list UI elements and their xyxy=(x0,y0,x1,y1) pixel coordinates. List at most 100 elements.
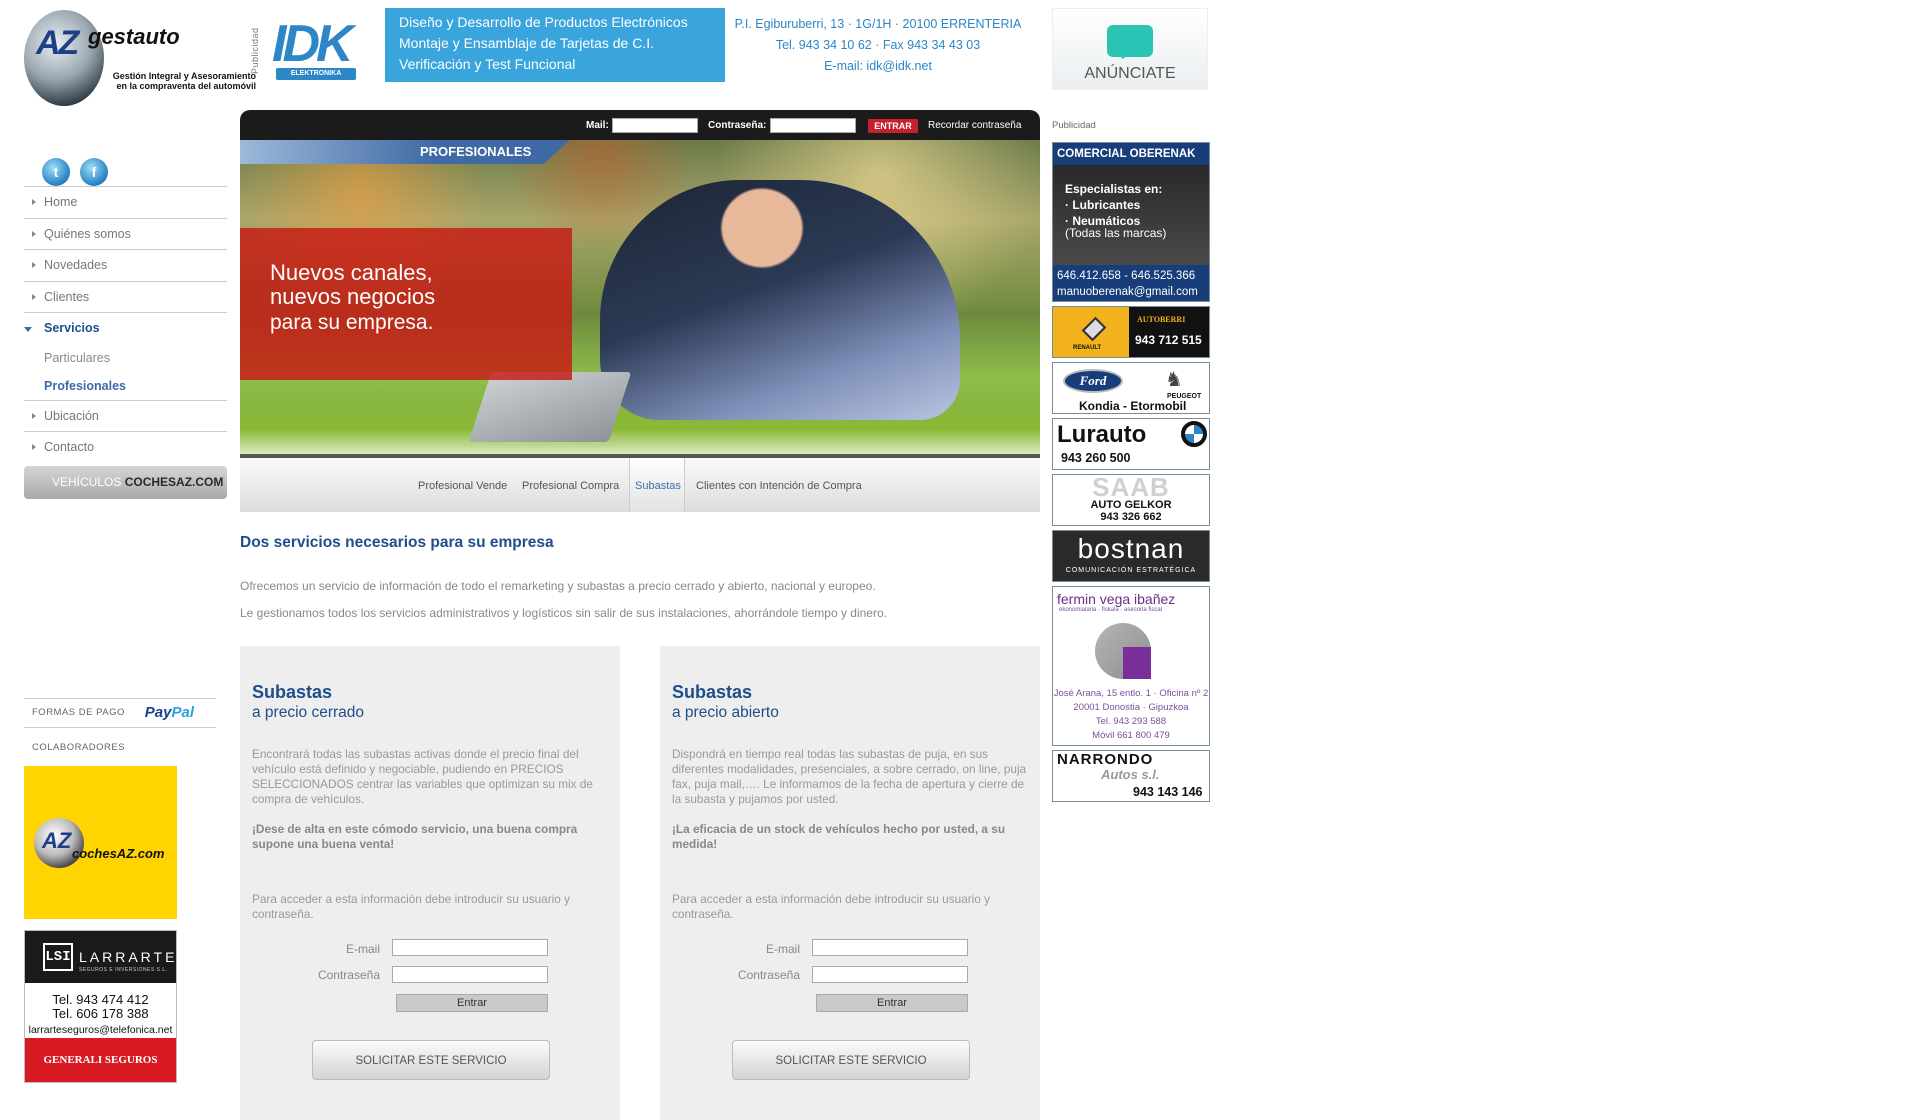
password-field[interactable] xyxy=(812,966,968,983)
twitter-icon[interactable]: t xyxy=(42,158,70,186)
box-highlight: ¡Dese de alta en este cómodo servicio, u… xyxy=(252,822,578,851)
nav-item-clientes[interactable]: Clientes xyxy=(24,280,227,313)
request-service-button[interactable]: SOLICITAR ESTE SERVICIO xyxy=(312,1040,550,1080)
autoberri-phone: 943 712 515 xyxy=(1135,333,1202,347)
peugeot-lion-icon: ♞ xyxy=(1165,369,1183,391)
request-service-button[interactable]: SOLICITAR ESTE SERVICIO xyxy=(732,1040,970,1080)
service-box-closed-price: Subastas a precio cerrado Encontrará tod… xyxy=(240,646,620,1120)
nav-subitem-particulares[interactable]: Particulares xyxy=(24,344,227,372)
bostnan-name: bostnan xyxy=(1077,533,1185,564)
password-label: Contraseña: xyxy=(708,120,767,131)
larrarte-sub: SEGUROS E INVERSIONES S.L. xyxy=(79,967,168,973)
idk-service: Diseño y Desarrollo de Productos Electró… xyxy=(399,14,688,30)
main-nav: Home Quiénes somos Novedades Clientes Se… xyxy=(24,186,227,463)
social-links: tf xyxy=(42,158,118,186)
larrarte-icon: LSI xyxy=(43,943,73,971)
fermin-name: fermin vega ibañez xyxy=(1057,591,1176,607)
enter-button[interactable]: Entrar xyxy=(816,994,968,1012)
box-title: Subastas xyxy=(672,682,753,702)
lurauto-ad[interactable]: Lurauto 943 260 500 xyxy=(1052,418,1210,470)
oberenak-ad[interactable]: COMERCIAL OBERENAK Especialistas en: · L… xyxy=(1052,142,1210,302)
kondia-ad[interactable]: Ford ♞ PEUGEOT Kondia - Etormobil xyxy=(1052,362,1210,414)
narrondo-name: NARRONDO xyxy=(1057,751,1154,768)
speech-bubble-icon xyxy=(1107,25,1153,59)
box-description: Dispondrá en tiempo real todas las subas… xyxy=(672,747,1027,806)
larrarte-contact: Tel. 943 474 412 Tel. 606 178 388 larrar… xyxy=(25,983,176,1037)
lurauto-name: Lurauto xyxy=(1057,421,1147,448)
email-field[interactable] xyxy=(392,939,548,956)
fermin-vega-ad[interactable]: fermin vega ibañez ekonomialaria · fiska… xyxy=(1052,586,1210,746)
nav-item-contacto[interactable]: Contacto xyxy=(24,431,227,463)
nav-item-novedades[interactable]: Novedades xyxy=(24,249,227,281)
idk-services-banner[interactable]: Diseño y Desarrollo de Productos Electró… xyxy=(385,8,725,82)
subnav-subastas[interactable]: Subastas xyxy=(635,480,681,492)
nav-item-servicios[interactable]: Servicios xyxy=(24,312,227,344)
idk-logo-text: IDK xyxy=(272,15,354,73)
larrarte-ad[interactable]: LSI LARRARTE SEGUROS E INVERSIONES S.L. … xyxy=(24,930,177,1083)
payment-methods: FORMAS DE PAGO PayPal xyxy=(24,698,216,728)
fermin-addr1: José Arana, 15 entlo. 1 · Oficina nº 2 xyxy=(1053,688,1209,699)
saab-logo: SAAB xyxy=(1092,472,1170,502)
facebook-icon[interactable]: f xyxy=(80,158,108,186)
lurauto-phone: 943 260 500 xyxy=(1061,451,1131,465)
enter-button[interactable]: Entrar xyxy=(396,994,548,1012)
publicidad-vertical-label: Publicidad xyxy=(250,27,260,74)
hero-line1: Nuevos canales, xyxy=(270,260,433,285)
paypal-logo[interactable]: PayPal xyxy=(145,704,194,721)
hero-section-tab: PROFESIONALES xyxy=(240,140,570,164)
oberenak-email: manuoberenak@gmail.com xyxy=(1057,286,1198,298)
larrarte-email: larrarteseguros@telefonica.net xyxy=(28,1024,173,1036)
idk-logo[interactable]: IDK ELEKTRONIKA xyxy=(270,8,358,80)
payment-label: FORMAS DE PAGO xyxy=(32,707,125,718)
logo-tagline: Gestión Integral y Asesoramiento en la c… xyxy=(112,71,256,91)
box-highlight: ¡La eficacia de un stock de vehículos he… xyxy=(672,822,1006,851)
cochesaz-az: AZ xyxy=(42,828,72,853)
subnav-clientes-intencion[interactable]: Clientes con Intención de Compra xyxy=(696,480,862,492)
login-button[interactable]: ENTRAR xyxy=(868,119,918,133)
idk-logo-sub: ELEKTRONIKA xyxy=(276,68,356,80)
larrarte-name: LARRARTE xyxy=(79,949,178,965)
idk-service: Verificación y Test Funcional xyxy=(399,56,576,72)
narrondo-ad[interactable]: NARRONDO Autos s.l. 943 143 146 xyxy=(1052,750,1210,802)
cochesaz-button[interactable]: VEHÍCULOS COCHESAZ.COM xyxy=(24,466,227,499)
subnav-profesional-vende[interactable]: Profesional Vende xyxy=(418,480,507,492)
gestauto-logo[interactable]: AZ gestauto Gestión Integral y Asesorami… xyxy=(22,8,256,112)
idk-service: Montaje y Ensamblaje de Tarjetas de C.I. xyxy=(399,35,654,51)
hero-caption: Nuevos canales, nuevos negocios para su … xyxy=(240,228,572,380)
mail-label: Mail: xyxy=(586,120,609,131)
oberenak-line1: Especialistas en: xyxy=(1065,182,1163,196)
mail-input[interactable] xyxy=(612,118,698,133)
anunciate-button[interactable]: ANÚNCIATE xyxy=(1052,8,1208,90)
nav-item-ubicacion[interactable]: Ubicación xyxy=(24,399,227,432)
subnav-profesional-compra[interactable]: Profesional Compra xyxy=(522,480,619,492)
larrarte-header: LSI LARRARTE SEGUROS E INVERSIONES S.L. xyxy=(25,931,176,983)
box-description: Encontrará todas las subastas activas do… xyxy=(252,747,593,806)
larrarte-tel1: Tel. 943 474 412 xyxy=(52,992,149,1007)
autoberri-ad[interactable]: RENAULT AUTOBERRI 943 712 515 xyxy=(1052,306,1210,358)
gelkor-ad[interactable]: SAAB AUTO GELKOR 943 326 662 xyxy=(1052,474,1210,526)
service-box-open-price: Subastas a precio abierto Dispondrá en t… xyxy=(660,646,1040,1120)
narrondo-phone: 943 143 146 xyxy=(1133,785,1203,799)
bostnan-ad[interactable]: bostnan COMUNICACIÓN ESTRATÉGICA xyxy=(1052,530,1210,582)
password-field[interactable] xyxy=(392,966,548,983)
paypal-part2: Pal xyxy=(171,704,194,721)
coches-brand: COCHESAZ.COM xyxy=(124,475,224,489)
autoberri-name: AUTOBERRI xyxy=(1137,315,1186,324)
ford-logo: Ford xyxy=(1063,369,1123,393)
fermin-logo-square xyxy=(1123,647,1151,679)
login-bar: Mail: Contraseña: ENTRAR Recordar contra… xyxy=(240,110,1040,140)
oberenak-line4: (Todas las marcas) xyxy=(1065,226,1167,240)
box-subtitle: a precio abierto xyxy=(672,704,779,721)
nav-item-home[interactable]: Home xyxy=(24,186,227,218)
logo-name: gestauto xyxy=(88,24,180,49)
nav-item-quienes-somos[interactable]: Quiénes somos xyxy=(24,217,227,250)
email-field[interactable] xyxy=(812,939,968,956)
remember-password-link[interactable]: Recordar contraseña xyxy=(928,120,1021,131)
fermin-sub: ekonomialaria · fiskala · asesoria fisca… xyxy=(1059,607,1163,613)
nav-subitem-profesionales[interactable]: Profesionales xyxy=(24,372,227,400)
cochesaz-ad[interactable]: AZ cochesAZ.com xyxy=(24,766,177,919)
larrarte-tel2: Tel. 606 178 388 xyxy=(52,1006,149,1021)
password-input[interactable] xyxy=(770,118,856,133)
renault-logo: RENAULT xyxy=(1053,307,1129,357)
bmw-logo-icon xyxy=(1181,421,1207,447)
